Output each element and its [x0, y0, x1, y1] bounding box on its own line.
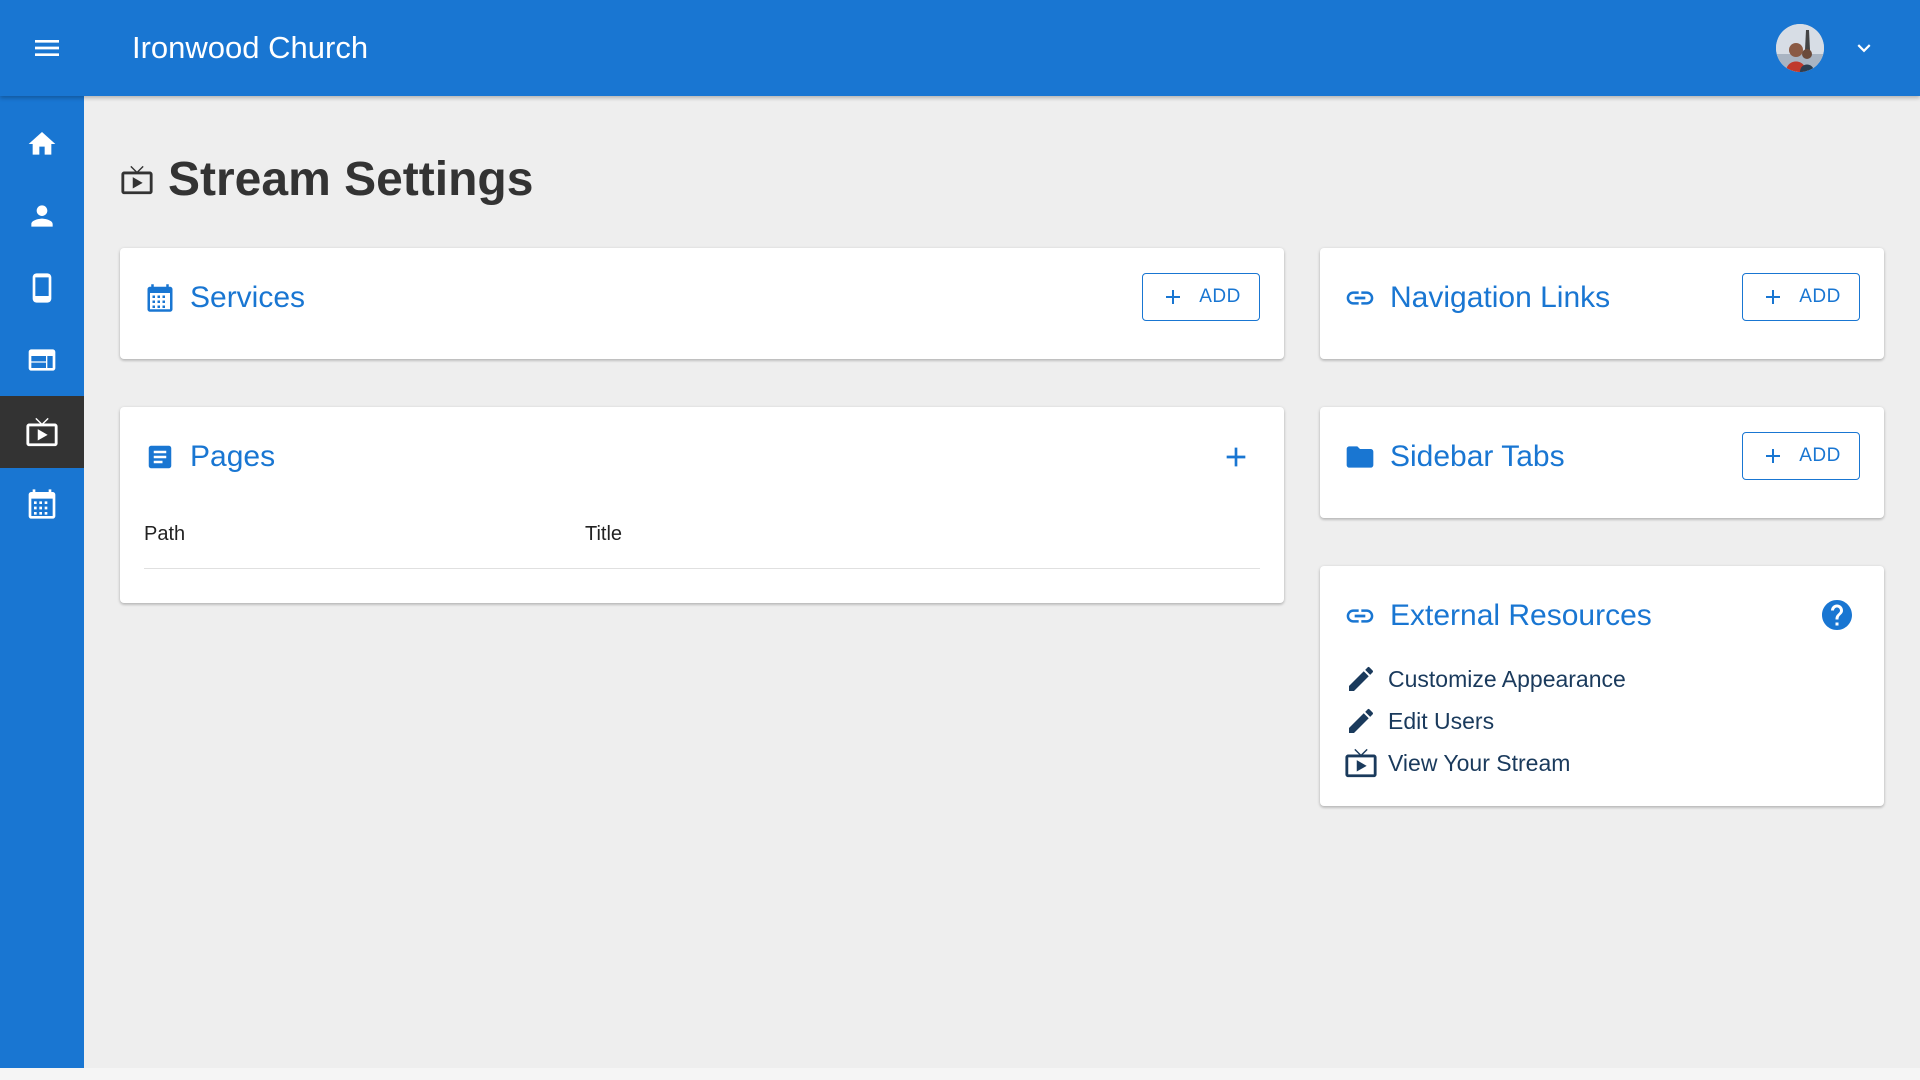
calendar-icon [144, 282, 176, 314]
services-card: Services ADD [120, 248, 1284, 359]
link-icon [1344, 282, 1376, 314]
add-sidebar-tab-button[interactable]: ADD [1742, 432, 1860, 480]
pages-card: Pages Path Title [120, 407, 1284, 603]
add-sidebar-tab-label: ADD [1799, 445, 1841, 466]
app-title: Ironwood Church [132, 30, 369, 65]
menu-icon [35, 40, 59, 56]
services-card-header: Services [144, 278, 305, 318]
external-resources-card-title: External Resources [1390, 599, 1652, 632]
help-button[interactable] [1818, 596, 1856, 634]
person-icon [31, 205, 53, 227]
add-service-button[interactable]: ADD [1142, 273, 1260, 321]
view-your-stream-label: View Your Stream [1388, 749, 1571, 776]
edit-users-link[interactable]: Edit Users [1344, 700, 1626, 742]
calendar-icon [28, 489, 56, 519]
plus-icon [1161, 285, 1185, 309]
view-your-stream-link[interactable]: View Your Stream [1344, 742, 1626, 784]
edit-icon [1344, 662, 1378, 696]
link-icon [1344, 600, 1376, 632]
external-resources-list: Customize Appearance Edit Users View You… [1344, 658, 1626, 784]
folder-icon [1344, 441, 1376, 473]
live-tv-icon [26, 417, 58, 447]
article-icon [144, 441, 176, 473]
edit-users-label: Edit Users [1388, 707, 1495, 734]
live-tv-icon [120, 163, 154, 197]
plus-icon [1761, 285, 1785, 309]
sidebar-tabs-card-header: Sidebar Tabs [1344, 437, 1565, 477]
navigation-links-card-header: Navigation Links [1344, 278, 1610, 318]
sidebar-item-home[interactable] [0, 108, 84, 180]
add-navigation-link-button[interactable]: ADD [1742, 273, 1860, 321]
external-resources-card: External Resources Customize Appearance … [1320, 566, 1884, 806]
help-icon [1822, 600, 1852, 630]
sidebar-tabs-card-title: Sidebar Tabs [1390, 440, 1565, 473]
user-avatar[interactable] [1776, 24, 1824, 72]
web-icon [28, 349, 56, 371]
sidebar-item-mobile[interactable] [0, 252, 84, 324]
page-heading: Stream Settings [120, 154, 533, 206]
chevron-down-icon [1857, 44, 1871, 53]
live-tv-icon [1344, 746, 1378, 780]
external-resources-card-header: External Resources [1344, 596, 1652, 636]
sidebar-nav [0, 96, 84, 1068]
customize-appearance-label: Customize Appearance [1388, 665, 1626, 692]
add-service-label: ADD [1199, 286, 1241, 307]
column-header-path: Path [144, 523, 186, 545]
customize-appearance-link[interactable]: Customize Appearance [1344, 658, 1626, 700]
user-menu-dropdown[interactable] [1846, 30, 1882, 66]
edit-icon [1344, 704, 1378, 738]
bottom-strip [0, 1068, 1920, 1080]
sidebar-tabs-card: Sidebar Tabs ADD [1320, 407, 1884, 518]
sidebar-item-calendar[interactable] [0, 468, 84, 540]
pages-table-header: Path Title [144, 517, 1260, 569]
pages-card-header: Pages [144, 437, 275, 477]
plus-icon [1226, 447, 1246, 467]
plus-icon [1761, 444, 1785, 468]
smartphone-icon [32, 273, 52, 303]
pages-card-title: Pages [190, 440, 276, 473]
column-header-title: Title [585, 523, 623, 545]
services-card-title: Services [190, 281, 306, 314]
sidebar-item-stream[interactable] [0, 396, 84, 468]
app-bar: Ironwood Church [0, 0, 1920, 96]
navigation-links-card-title: Navigation Links [1390, 281, 1611, 314]
navigation-links-card: Navigation Links ADD [1320, 248, 1884, 359]
add-navigation-link-label: ADD [1799, 286, 1841, 307]
home-icon [28, 132, 56, 155]
sidebar-item-website[interactable] [0, 324, 84, 396]
add-page-button[interactable] [1216, 437, 1256, 477]
sidebar-item-people[interactable] [0, 180, 84, 252]
menu-button[interactable] [22, 28, 72, 68]
page-title: Stream Settings [168, 153, 534, 206]
